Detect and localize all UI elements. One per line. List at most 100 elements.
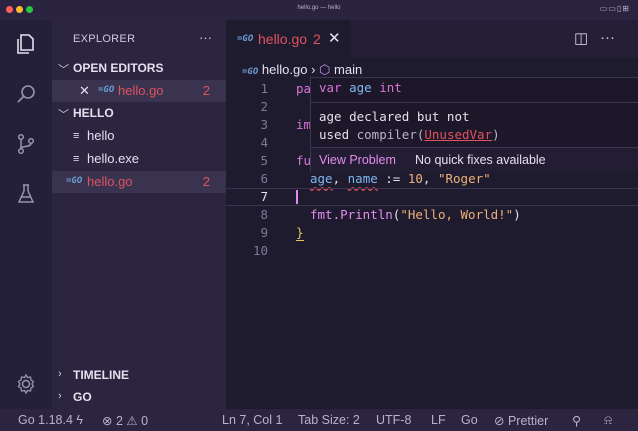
- message-line: used compiler(UnusedVar): [319, 126, 500, 144]
- explorer-sidebar: EXPLORER ··· ﹀ OPEN EDITORS ✕ =GO hello.…: [52, 20, 226, 409]
- tab-bar: =GO hello.go 2 ✕ ◫ ···: [226, 20, 638, 58]
- status-bar: Go 1.18.4 ϟ ⊗ 2 ⚠ 0 Ln 7, Col 1 Tab Size…: [0, 409, 638, 431]
- warning-icon: ⚠: [126, 414, 138, 428]
- cube-icon: ⬡: [319, 62, 331, 77]
- code-punct: ,: [332, 171, 348, 186]
- file-name: hello.go: [87, 174, 133, 189]
- language-status[interactable]: Go: [461, 413, 478, 427]
- timeline-label: TIMELINE: [73, 368, 129, 382]
- open-editors-label: OPEN EDITORS: [73, 61, 164, 75]
- close-editor-icon[interactable]: ✕: [79, 83, 90, 99]
- hover-actions: View Problem No quick fixes available: [311, 147, 638, 172]
- testing-flask-icon[interactable]: [14, 182, 38, 206]
- message-text: used: [319, 127, 350, 142]
- chevron-right-icon: ›: [58, 368, 62, 380]
- file-item-hello-go[interactable]: =GO hello.go 2: [52, 171, 226, 193]
- var-name: name: [347, 171, 378, 186]
- open-editor-item-hello-go[interactable]: ✕ =GO hello.go 2: [52, 80, 226, 102]
- line-number: 6: [260, 171, 268, 186]
- code-package: fmt.: [310, 207, 341, 222]
- breadcrumb-file[interactable]: hello.go: [262, 62, 308, 77]
- close-tab-icon[interactable]: ✕: [328, 29, 341, 47]
- go-file-icon: =GO: [237, 34, 254, 44]
- prettier-status[interactable]: ⊘ Prettier: [494, 413, 548, 428]
- problems-status[interactable]: ⊗ 2 ⚠ 0: [102, 413, 148, 428]
- code-punct: ,: [422, 171, 438, 186]
- open-editor-filename: hello.go: [118, 83, 164, 98]
- code-line: 10: [226, 242, 638, 260]
- problem-count-badge: 2: [202, 174, 210, 189]
- explorer-icon[interactable]: [14, 32, 38, 56]
- line-number: 10: [252, 243, 268, 258]
- error-count: 2: [115, 414, 123, 428]
- file-item-hello-exe[interactable]: ≡ hello.exe: [52, 148, 226, 170]
- eol-status[interactable]: LF: [431, 413, 446, 427]
- hover-divider: [311, 102, 638, 103]
- unused-var-link[interactable]: UnusedVar: [424, 127, 492, 142]
- line-number: 3: [260, 117, 268, 132]
- line-number: 1: [260, 81, 268, 96]
- split-editor-icon[interactable]: ◫: [574, 29, 588, 47]
- layout-controls[interactable]: ▭▭▯⊞: [600, 4, 630, 13]
- go-file-icon: =GO: [98, 85, 115, 95]
- line-number: 9: [260, 225, 268, 240]
- feedback-icon[interactable]: ⚲: [572, 413, 581, 428]
- signature-name: age: [349, 80, 372, 95]
- tab-problem-count: 2: [313, 31, 321, 47]
- breadcrumb-symbol[interactable]: main: [334, 62, 362, 77]
- tab-size-status[interactable]: Tab Size: 2: [298, 413, 360, 427]
- code-operator: :=: [377, 171, 408, 186]
- file-item-hello[interactable]: ≡ hello: [52, 125, 226, 147]
- title-bar: hello.go — hello ▭▭▯⊞: [0, 0, 638, 20]
- go-file-icon: =GO: [66, 176, 83, 186]
- message-paren: ): [492, 127, 500, 142]
- line-number: 7: [260, 189, 268, 204]
- chevron-right-icon: ›: [58, 390, 62, 402]
- go-version-status[interactable]: Go 1.18.4 ϟ: [18, 413, 83, 427]
- file-lines-icon: ≡: [73, 130, 80, 142]
- source-control-icon[interactable]: [14, 132, 38, 156]
- var-age: age: [310, 171, 333, 186]
- signature-keyword: var: [319, 80, 342, 95]
- code-text: fu: [296, 153, 312, 168]
- workspace-label: HELLO: [73, 106, 114, 120]
- view-problem-link[interactable]: View Problem: [319, 153, 396, 167]
- signature-type: int: [379, 80, 402, 95]
- notifications-bell-icon[interactable]: ⍾: [604, 413, 612, 428]
- code-text: pa: [296, 81, 312, 96]
- activity-bar: [0, 20, 52, 409]
- code-punct: ): [513, 207, 521, 222]
- editor-more-actions-icon[interactable]: ···: [600, 29, 615, 46]
- encoding-status[interactable]: UTF-8: [376, 413, 411, 427]
- code-text: age, name := 10, "Roger": [310, 171, 491, 186]
- code-text: fmt.Println("Hello, World!"): [310, 207, 521, 222]
- editor-area: =GO hello.go 2 ✕ ◫ ··· =GO hello.go › ⬡ …: [226, 20, 638, 409]
- breadcrumb: =GO hello.go › ⬡ main: [242, 62, 362, 78]
- timeline-section[interactable]: › TIMELINE: [52, 365, 226, 387]
- hover-tooltip: var age int age declared but not used co…: [310, 77, 638, 172]
- file-lines-icon: ≡: [73, 153, 80, 165]
- no-quick-fixes-text: No quick fixes available: [415, 153, 546, 167]
- breadcrumb-separator: ›: [311, 62, 316, 77]
- line-number: 4: [260, 135, 268, 150]
- tab-hello-go[interactable]: =GO hello.go 2 ✕: [226, 20, 350, 58]
- code-function: Println: [340, 207, 393, 222]
- code-line: 6 age, name := 10, "Roger": [226, 170, 638, 188]
- settings-gear-icon[interactable]: [14, 372, 38, 396]
- hover-message: age declared but not used compiler(Unuse…: [319, 108, 500, 144]
- line-number: 5: [260, 153, 268, 168]
- code-string: "Hello, World!": [400, 207, 514, 222]
- cursor-position-status[interactable]: Ln 7, Col 1: [222, 413, 282, 427]
- text-cursor: [296, 190, 298, 204]
- message-line: age declared but not: [319, 109, 470, 124]
- go-section[interactable]: › GO: [52, 387, 226, 409]
- search-icon[interactable]: [14, 82, 38, 106]
- prettier-text: Prettier: [507, 414, 549, 428]
- code-string: "Roger": [437, 171, 491, 186]
- code-brace: }: [296, 225, 304, 241]
- message-source: compiler(: [349, 127, 425, 142]
- open-editors-section[interactable]: ﹀ OPEN EDITORS: [52, 58, 226, 80]
- file-name: hello: [87, 128, 115, 143]
- explorer-more-actions-icon[interactable]: ···: [199, 30, 212, 45]
- workspace-section-hello[interactable]: ﹀ HELLO: [52, 103, 226, 125]
